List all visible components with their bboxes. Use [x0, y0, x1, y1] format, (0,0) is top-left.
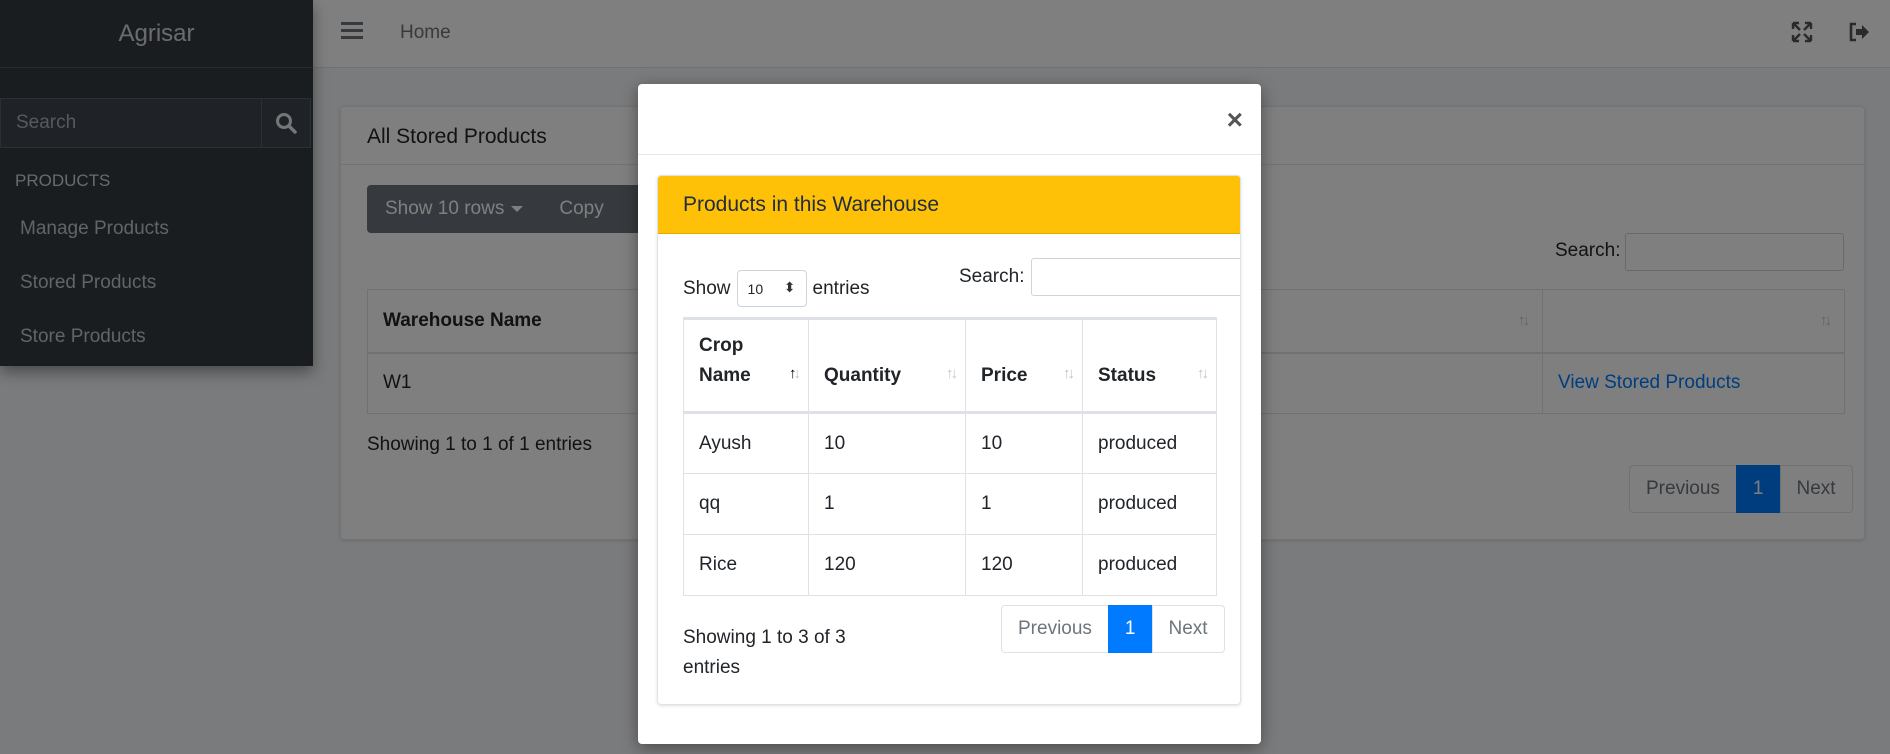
price-cell: 1 [965, 473, 1083, 535]
column-header-status[interactable]: Status ↑↓ [1082, 317, 1217, 414]
price-cell: 120 [965, 534, 1083, 596]
show-label: Show [683, 277, 731, 299]
sort-icon: ↑↓ [1063, 365, 1075, 382]
crop-name-cell: Rice [683, 534, 809, 596]
table-row: qq 1 1 produced [683, 473, 1217, 535]
quantity-cell: 10 [808, 412, 966, 474]
status-cell: produced [1082, 534, 1217, 596]
quantity-cell: 120 [808, 534, 966, 596]
previous-button[interactable]: Previous [1001, 605, 1109, 653]
column-header-price[interactable]: Price ↑↓ [965, 317, 1083, 414]
status-cell: produced [1082, 412, 1217, 474]
page-1-button[interactable]: 1 [1107, 605, 1153, 653]
divider [638, 154, 1261, 155]
status-cell: produced [1082, 473, 1217, 535]
entries-select[interactable]: 10 [736, 270, 807, 307]
sort-ascending-icon: ↑↓ [789, 365, 801, 382]
card-header: Products in this Warehouse [658, 176, 1240, 234]
table-row: Ayush 10 10 produced [683, 412, 1217, 474]
card-title: Products in this Warehouse [683, 192, 940, 216]
table-info: Showing 1 to 3 of 3 entries [683, 627, 846, 678]
products-modal: × Products in this Warehouse Show 10 ent… [638, 84, 1261, 744]
sort-icon: ↑↓ [1197, 365, 1209, 382]
crop-name-cell: qq [683, 473, 809, 535]
crop-name-cell: Ayush [683, 412, 809, 474]
pagination: Previous 1 Next [1001, 605, 1225, 653]
modal-search-input[interactable] [1031, 258, 1240, 296]
price-cell: 10 [965, 412, 1083, 474]
search-label: Search: [959, 266, 1025, 287]
column-header-crop-name[interactable]: Crop Name ↑↓ [683, 317, 809, 414]
table-row: Rice 120 120 produced [683, 534, 1217, 596]
warehouse-products-card: Products in this Warehouse Show 10 entri… [657, 175, 1241, 705]
sort-icon: ↑↓ [946, 365, 958, 382]
entries-label: entries [812, 277, 870, 299]
quantity-cell: 1 [808, 473, 966, 535]
column-header-quantity[interactable]: Quantity ↑↓ [808, 317, 966, 414]
close-icon[interactable]: × [1227, 106, 1243, 134]
entries-length-control: Show 10 entries [683, 270, 870, 307]
products-table: Crop Name ↑↓ Quantity ↑↓ Price ↑↓ Status ↑↓ … [683, 317, 1217, 596]
next-button[interactable]: Next [1151, 605, 1225, 653]
